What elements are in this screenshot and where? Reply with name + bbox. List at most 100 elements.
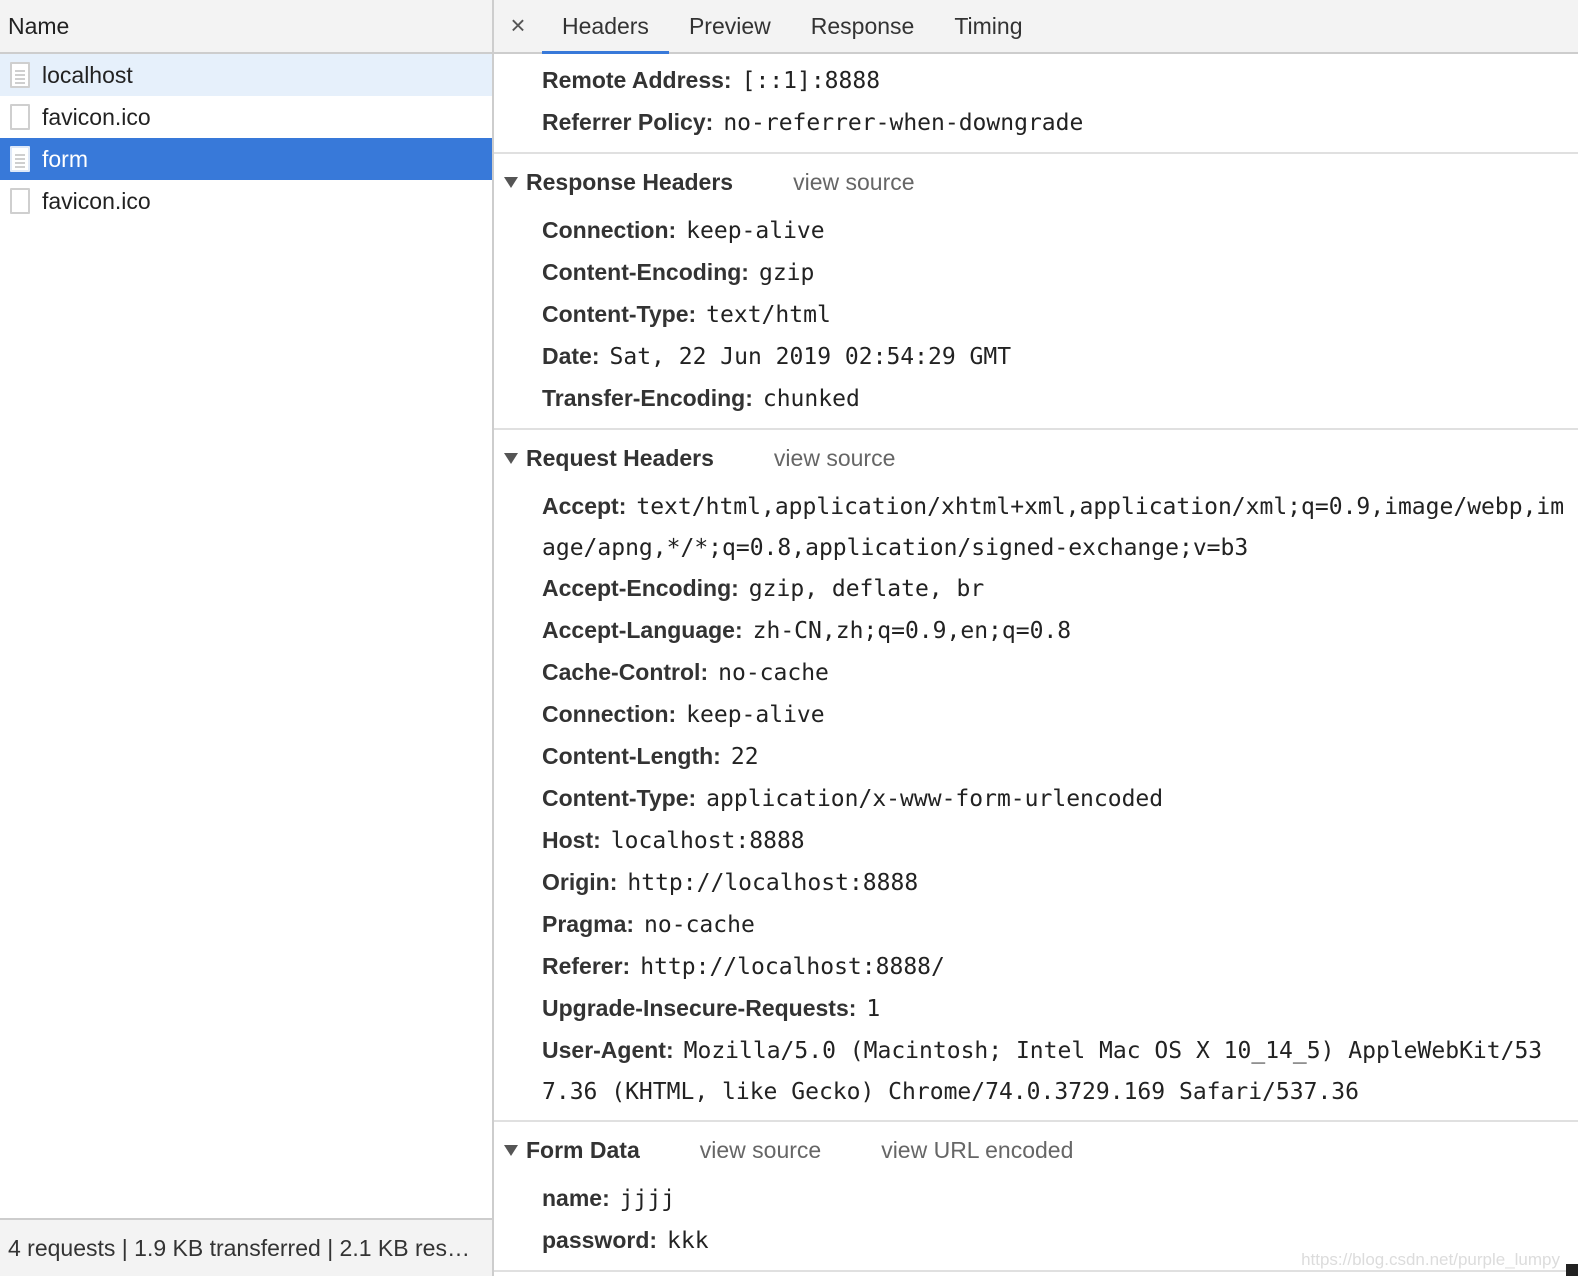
tab-timing[interactable]: Timing bbox=[934, 0, 1042, 52]
header-value: localhost:8888 bbox=[610, 828, 805, 854]
view-url-encoded-link[interactable]: view URL encoded bbox=[881, 1137, 1073, 1164]
header-row: Host: localhost:8888 bbox=[542, 820, 1578, 862]
response-headers-toggle[interactable]: Response Headers view source bbox=[494, 154, 1578, 210]
form-field-key: password: bbox=[542, 1227, 658, 1253]
general-section: Remote Address: [::1]:8888 Referrer Polic… bbox=[494, 54, 1578, 154]
header-key: Content-Type: bbox=[542, 301, 697, 327]
header-key: Referer: bbox=[542, 953, 631, 979]
header-value: http://localhost:8888 bbox=[627, 870, 919, 896]
header-key: Cache-Control: bbox=[542, 659, 709, 685]
header-key: Origin: bbox=[542, 869, 618, 895]
header-key: Accept: bbox=[542, 493, 627, 519]
header-value: Sat, 22 Jun 2019 02:54:29 GMT bbox=[609, 344, 1012, 370]
header-row: Transfer-Encoding: chunked bbox=[542, 378, 1578, 420]
details-tabbar: × Headers Preview Response Timing bbox=[494, 0, 1578, 54]
section-title: Form Data bbox=[526, 1136, 640, 1163]
form-field-value: kkk bbox=[667, 1228, 709, 1254]
header-key: Host: bbox=[542, 827, 601, 853]
blank-file-icon bbox=[10, 188, 30, 214]
request-headers-toggle[interactable]: Request Headers view source bbox=[494, 430, 1578, 486]
header-key: Content-Encoding: bbox=[542, 259, 749, 285]
header-row: User-Agent: Mozilla/5.0 (Macintosh; Intel… bbox=[542, 1030, 1578, 1112]
header-row: Content-Encoding: gzip bbox=[542, 252, 1578, 294]
header-key: Content-Type: bbox=[542, 785, 697, 811]
triangle-down-icon bbox=[504, 1144, 518, 1156]
header-value: gzip bbox=[758, 260, 815, 286]
request-row-localhost[interactable]: localhost bbox=[0, 54, 492, 96]
request-list: localhost favicon.ico form favicon.ico bbox=[0, 54, 492, 222]
document-icon bbox=[10, 146, 30, 172]
document-icon bbox=[10, 62, 30, 88]
name-column-header[interactable]: Name bbox=[0, 0, 492, 54]
header-row: Accept: text/html,application/xhtml+xml,a… bbox=[542, 486, 1578, 568]
headers-content: Remote Address: [::1]:8888 Referrer Polic… bbox=[494, 54, 1578, 1272]
view-source-link[interactable]: view source bbox=[774, 445, 895, 472]
header-row: Cache-Control: no-cache bbox=[542, 652, 1578, 694]
header-row: Referrer Policy: no-referrer-when-downgra… bbox=[542, 102, 1578, 144]
header-value: Mozilla/5.0 (Macintosh; Intel Mac OS X 1… bbox=[542, 1038, 1543, 1105]
triangle-down-icon bbox=[504, 452, 518, 464]
section-title: Response Headers bbox=[526, 168, 734, 195]
request-row-favicon-2[interactable]: favicon.ico bbox=[0, 180, 492, 222]
view-source-link[interactable]: view source bbox=[700, 1137, 821, 1164]
header-key: Connection: bbox=[542, 217, 677, 243]
form-data-toggle[interactable]: Form Data view source view URL encoded bbox=[494, 1122, 1578, 1178]
header-row: Content-Length: 22 bbox=[542, 736, 1578, 778]
view-source-link[interactable]: view source bbox=[793, 169, 914, 196]
form-field-value: jjjj bbox=[619, 1186, 676, 1212]
header-value: gzip, deflate, br bbox=[748, 576, 985, 602]
header-value: 22 bbox=[730, 744, 759, 770]
header-row: Remote Address: [::1]:8888 bbox=[542, 60, 1578, 102]
request-row-form[interactable]: form bbox=[0, 138, 492, 180]
blank-file-icon bbox=[10, 104, 30, 130]
header-row: Date: Sat, 22 Jun 2019 02:54:29 GMT bbox=[542, 336, 1578, 378]
header-value: 1 bbox=[866, 996, 881, 1022]
header-value: text/html,application/xhtml+xml,applicat… bbox=[542, 494, 1565, 561]
header-value: http://localhost:8888/ bbox=[640, 954, 945, 980]
header-key: User-Agent: bbox=[542, 1037, 674, 1063]
header-value: application/x-www-form-urlencoded bbox=[706, 786, 1164, 812]
header-value: text/html bbox=[706, 302, 831, 328]
header-key: Accept-Encoding: bbox=[542, 575, 739, 601]
request-name: localhost bbox=[42, 61, 133, 88]
header-value: keep-alive bbox=[686, 702, 825, 728]
header-row: Referer: http://localhost:8888/ bbox=[542, 946, 1578, 988]
header-row: Accept-Encoding: gzip, deflate, br bbox=[542, 568, 1578, 610]
tab-headers[interactable]: Headers bbox=[542, 0, 669, 54]
triangle-down-icon bbox=[504, 176, 518, 188]
header-row: Accept-Language: zh-CN,zh;q=0.9,en;q=0.8 bbox=[542, 610, 1578, 652]
header-key: Referrer Policy: bbox=[542, 109, 714, 135]
header-value: keep-alive bbox=[686, 218, 825, 244]
tab-preview[interactable]: Preview bbox=[669, 0, 791, 52]
request-details-panel: × Headers Preview Response Timing Remote… bbox=[494, 0, 1578, 1276]
header-value: no-cache bbox=[644, 912, 755, 938]
resize-corner bbox=[1566, 1264, 1578, 1276]
request-list-panel: Name localhost favicon.ico form favicon.… bbox=[0, 0, 494, 1276]
form-field-key: name: bbox=[542, 1185, 610, 1211]
request-headers-section: Request Headers view source Accept: text/… bbox=[494, 430, 1578, 1122]
header-value: no-referrer-when-downgrade bbox=[723, 110, 1084, 136]
tab-response[interactable]: Response bbox=[791, 0, 935, 52]
request-row-favicon[interactable]: favicon.ico bbox=[0, 96, 492, 138]
header-key: Upgrade-Insecure-Requests: bbox=[542, 995, 857, 1021]
form-field-row: name: jjjj bbox=[542, 1178, 1578, 1220]
header-key: Transfer-Encoding: bbox=[542, 385, 753, 411]
header-key: Content-Length: bbox=[542, 743, 721, 769]
section-title: Request Headers bbox=[526, 444, 714, 471]
header-value: zh-CN,zh;q=0.9,en;q=0.8 bbox=[752, 618, 1072, 644]
header-row: Pragma: no-cache bbox=[542, 904, 1578, 946]
header-row: Content-Type: application/x-www-form-urle… bbox=[542, 778, 1578, 820]
close-icon[interactable]: × bbox=[494, 0, 542, 52]
header-row: Upgrade-Insecure-Requests: 1 bbox=[542, 988, 1578, 1030]
header-value: no-cache bbox=[718, 660, 829, 686]
header-key: Pragma: bbox=[542, 911, 635, 937]
header-row: Content-Type: text/html bbox=[542, 294, 1578, 336]
request-name: form bbox=[42, 145, 88, 172]
header-key: Remote Address: bbox=[542, 67, 732, 93]
header-value: [::1]:8888 bbox=[741, 68, 881, 94]
header-row: Connection: keep-alive bbox=[542, 694, 1578, 736]
request-name: favicon.ico bbox=[42, 187, 151, 214]
header-key: Accept-Language: bbox=[542, 617, 743, 643]
watermark: https://blog.csdn.net/purple_lumpy bbox=[1301, 1250, 1560, 1269]
header-row: Origin: http://localhost:8888 bbox=[542, 862, 1578, 904]
